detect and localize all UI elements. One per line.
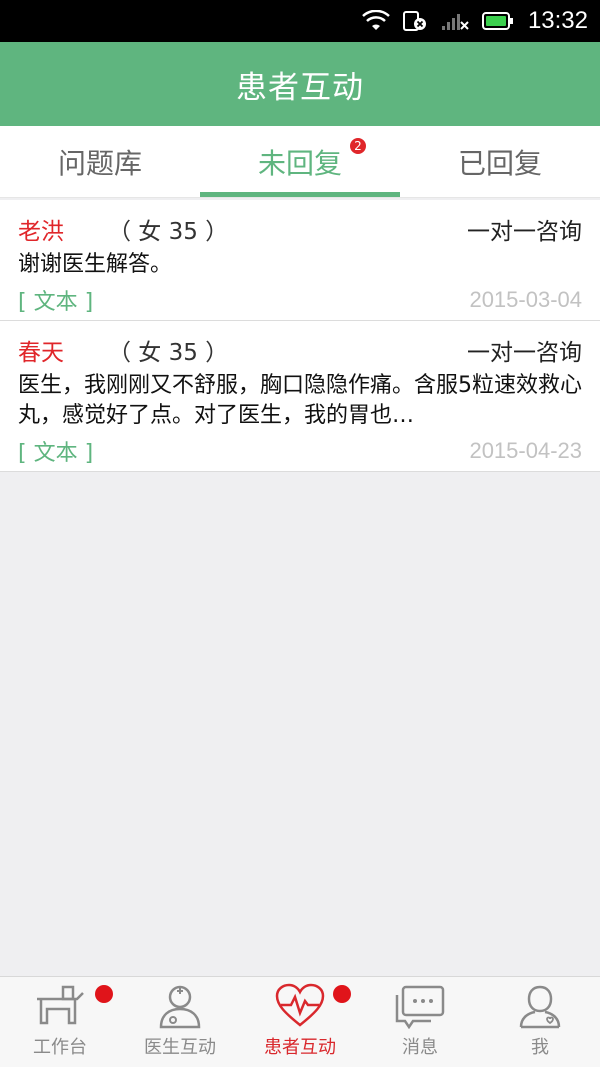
unread-badge: 2 xyxy=(348,136,368,156)
message-type-tag: [ 文本 ] xyxy=(18,290,94,315)
tab-label: 已回复 xyxy=(457,146,542,180)
notification-dot xyxy=(333,985,351,1003)
message-preview: 医生，我刚刚又不舒服，胸口隐隐作痛。含服5粒速效救心丸，感觉好了点。对了医生，我… xyxy=(18,373,582,428)
doctor-icon xyxy=(159,985,201,1029)
list-item[interactable]: 春天 （ 女 35 ） 一对一咨询 医生，我刚刚又不舒服，胸口隐隐作痛。含服5粒… xyxy=(0,321,600,472)
clock: 13:32 xyxy=(527,7,588,34)
consult-type: 一对一咨询 xyxy=(467,340,582,366)
patient-name: 春天 xyxy=(18,340,64,366)
nav-label: 医生互动 xyxy=(144,1037,216,1058)
list-item[interactable]: 老洪 （ 女 35 ） 一对一咨询 谢谢医生解答。 [ 文本 ] 2015-03… xyxy=(0,200,600,321)
message-type-tag: [ 文本 ] xyxy=(18,441,94,466)
nav-patient-interaction[interactable]: 患者互动 xyxy=(240,977,360,1067)
nav-label: 工作台 xyxy=(33,1037,87,1058)
consultation-list: 老洪 （ 女 35 ） 一对一咨询 谢谢医生解答。 [ 文本 ] 2015-03… xyxy=(0,200,600,472)
tab-unreplied[interactable]: 未回复 2 xyxy=(200,126,400,197)
nav-messages[interactable]: 消息 xyxy=(360,977,480,1067)
signal-off-icon xyxy=(440,10,470,32)
nav-label: 患者互动 xyxy=(264,1037,336,1058)
profile-icon xyxy=(519,985,561,1029)
nav-doctor-interaction[interactable]: 医生互动 xyxy=(120,977,240,1067)
message-icon xyxy=(395,985,445,1029)
patient-info: （ 女 35 ） xyxy=(108,219,229,245)
patient-info: （ 女 35 ） xyxy=(108,340,229,366)
nav-me[interactable]: 我 xyxy=(480,977,600,1067)
sim-off-icon xyxy=(402,9,428,33)
page-title: 患者互动 xyxy=(236,69,364,106)
status-bar: 13:32 xyxy=(0,0,600,42)
consult-type: 一对一咨询 xyxy=(467,219,582,245)
message-date: 2015-04-23 xyxy=(469,438,582,463)
notification-dot xyxy=(95,985,113,1003)
battery-icon xyxy=(481,11,514,31)
nav-workbench[interactable]: 工作台 xyxy=(0,977,120,1067)
tab-question-bank[interactable]: 问题库 xyxy=(0,126,200,197)
bottom-nav: 工作台 医生互动 患者互动 消息 我 xyxy=(0,976,600,1067)
tab-replied[interactable]: 已回复 xyxy=(400,126,600,197)
nav-label: 我 xyxy=(531,1037,549,1058)
tab-bar: 问题库 未回复 2 已回复 xyxy=(0,126,600,198)
title-bar: 患者互动 xyxy=(0,42,600,126)
nav-label: 消息 xyxy=(402,1037,438,1058)
tab-label: 问题库 xyxy=(57,146,142,180)
heartbeat-icon xyxy=(275,983,325,1027)
workbench-icon xyxy=(37,985,84,1025)
tab-label: 未回复 xyxy=(257,146,342,180)
message-date: 2015-03-04 xyxy=(469,287,582,312)
wifi-icon xyxy=(362,10,390,32)
message-preview: 谢谢医生解答。 xyxy=(18,252,173,277)
patient-name: 老洪 xyxy=(18,219,64,245)
